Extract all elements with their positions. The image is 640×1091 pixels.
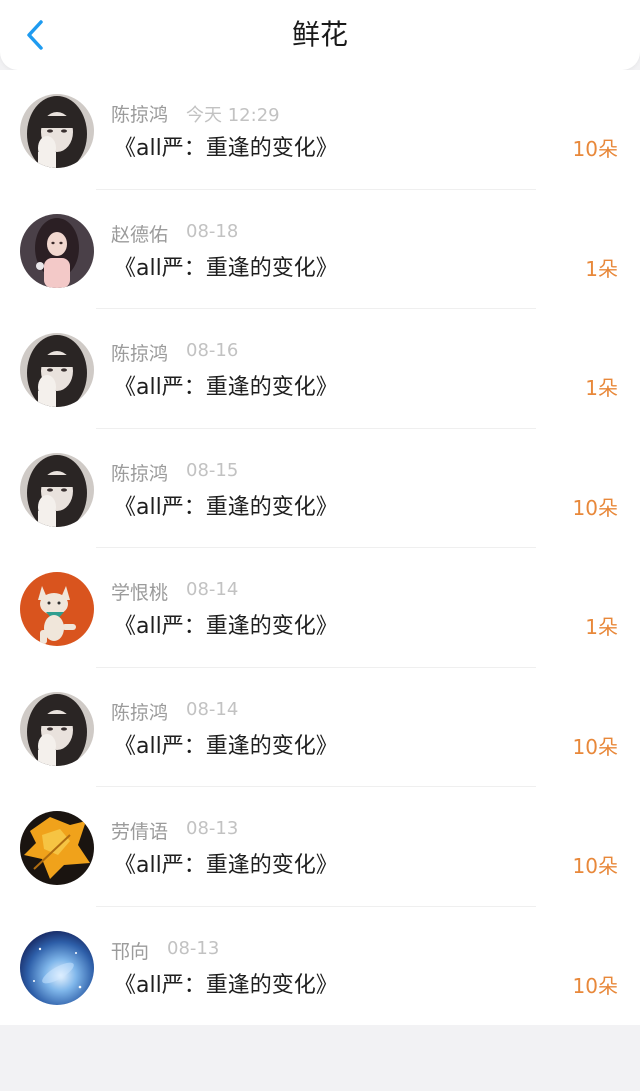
user-name: 劳倩语 <box>111 821 169 843</box>
flower-count: 1朵 <box>585 256 618 281</box>
book-title: 《all严：重逢的变化》 <box>114 733 338 759</box>
user-name: 赵德佑 <box>111 223 169 246</box>
user-name: 陈掠鸿 <box>111 462 169 485</box>
timestamp: 08-15 <box>186 459 239 481</box>
book-title: 《all严：重逢的变化》 <box>114 614 338 639</box>
flower-count: 1朵 <box>585 376 618 400</box>
flower-count: 10朵 <box>572 137 618 161</box>
user-name: 陈掠鸿 <box>111 104 169 126</box>
avatar[interactable] <box>20 333 94 407</box>
book-title: 《all严：重逢的变化》 <box>114 375 338 400</box>
page-footer <box>0 1025 640 1091</box>
flower-count: 1朵 <box>585 615 618 639</box>
book-title: 《all严：重逢的变化》 <box>114 494 338 520</box>
avatar[interactable] <box>20 930 94 1005</box>
avatar[interactable] <box>20 94 94 168</box>
avatar[interactable] <box>20 213 94 288</box>
user-name: 邗向 <box>111 940 150 963</box>
list-item[interactable]: 陈掠鸿 08-14 《all严：重逢的变化》 10朵 <box>0 668 640 787</box>
timestamp: 08-14 <box>186 579 239 600</box>
avatar[interactable] <box>20 572 94 646</box>
avatar[interactable] <box>20 811 94 885</box>
book-title: 《all严：重逢的变化》 <box>114 255 338 281</box>
timestamp: 08-18 <box>186 220 239 242</box>
avatar[interactable] <box>20 452 94 527</box>
top-bar: 鲜花 <box>0 0 640 70</box>
user-name: 陈掠鸿 <box>111 701 169 724</box>
avatar[interactable] <box>20 691 94 766</box>
user-name: 学恨桃 <box>111 582 169 604</box>
list-item[interactable]: 陈掠鸿 今天 12:29 《all严：重逢的变化》 10朵 <box>0 70 640 190</box>
timestamp: 08-16 <box>186 340 239 361</box>
timestamp: 今天 12:29 <box>186 105 280 126</box>
timestamp: 08-13 <box>167 937 220 959</box>
list-item[interactable]: 陈掠鸿 08-15 《all严：重逢的变化》 10朵 <box>0 429 640 548</box>
list-item[interactable]: 劳倩语 08-13 《all严：重逢的变化》 10朵 <box>0 787 640 907</box>
book-title: 《all严：重逢的变化》 <box>114 853 338 878</box>
flower-count: 10朵 <box>572 734 618 759</box>
list-item[interactable]: 学恨桃 08-14 《all严：重逢的变化》 1朵 <box>0 548 640 668</box>
timestamp: 08-13 <box>186 818 239 839</box>
flower-record-list: 陈掠鸿 今天 12:29 《all严：重逢的变化》 10朵 赵德佑 08-18 《all严… <box>0 70 640 1026</box>
list-item[interactable]: 邗向 08-13 《all严：重逢的变化》 10朵 <box>0 907 640 1026</box>
timestamp: 08-14 <box>186 698 239 720</box>
page-title: 鲜花 <box>291 18 348 51</box>
list-item[interactable]: 赵德佑 08-18 《all严：重逢的变化》 1朵 <box>0 190 640 309</box>
list-item[interactable]: 陈掠鸿 08-16 《all严：重逢的变化》 1朵 <box>0 309 640 429</box>
flower-count: 10朵 <box>572 973 618 998</box>
book-title: 《all严：重逢的变化》 <box>114 972 338 998</box>
flower-count: 10朵 <box>572 495 618 520</box>
user-name: 陈掠鸿 <box>111 343 169 365</box>
book-title: 《all严：重逢的变化》 <box>114 136 338 161</box>
flower-count: 10朵 <box>572 854 618 878</box>
